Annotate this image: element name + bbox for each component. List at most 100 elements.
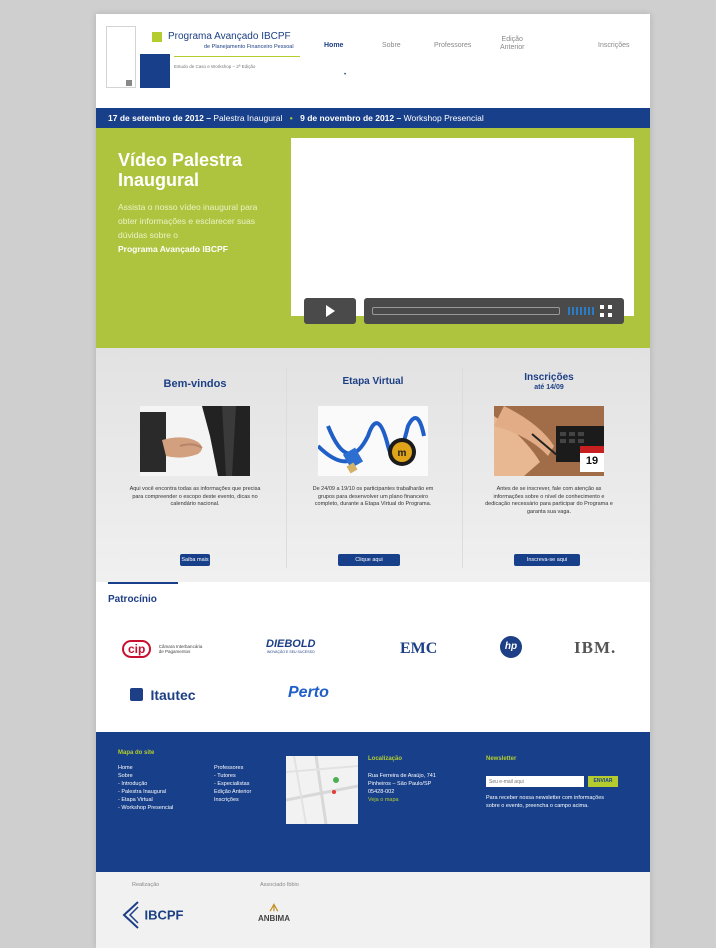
ibcpf-logo-text: IBCPF <box>144 907 184 923</box>
nav-sobre[interactable]: Sobre <box>382 42 401 50</box>
address-line: 05428-002 <box>368 789 395 795</box>
column-text: Aqui você encontra todas as informações … <box>129 486 261 507</box>
date-bar: 17 de setembro de 2012 – Palestra Inaugu… <box>96 108 650 128</box>
ibm-logo[interactable]: IBM. <box>574 638 616 658</box>
location-title: Localização <box>368 756 403 762</box>
section-tab <box>108 582 178 584</box>
clique-aqui-button[interactable]: Clique aqui <box>338 554 400 566</box>
column-etapa-virtual: Etapa Virtual m De 24/09 a 19/10 os part… <box>288 348 458 582</box>
fullscreen-icon[interactable] <box>600 305 612 317</box>
column-text: Antes de se inscrever, fale com atenção … <box>485 486 613 515</box>
map-link[interactable]: Veja o mapa <box>368 796 436 804</box>
sitemap-link[interactable]: Inscrições <box>214 796 251 804</box>
location-map[interactable] <box>285 755 359 825</box>
emc-logo[interactable]: EMC <box>400 640 437 658</box>
logo-gray-square <box>126 80 132 86</box>
calendar-icon: 19 <box>585 455 599 467</box>
column-title: Etapa Virtual <box>342 376 404 387</box>
sitemap-link[interactable]: - Palestra Inaugural <box>118 788 173 796</box>
column-subtitle: até 14/09 <box>534 384 564 391</box>
column-bem-vindos: Bem-vindos Aqui você encontra todas as i… <box>110 348 280 582</box>
nav-professores[interactable]: Professores <box>434 42 471 50</box>
anbima-logo[interactable]: ᗑ ANBIMA <box>258 904 290 924</box>
nav-home[interactable]: Home <box>324 42 343 50</box>
realizacao-label: Realização <box>132 882 160 888</box>
cip-logo[interactable]: cip Câmara Interbancária de Pagamentos <box>122 640 207 658</box>
saiba-mais-button[interactable]: Saiba mais <box>180 554 210 566</box>
hero-text: Assista o nosso vídeo inaugural para obt… <box>118 200 278 256</box>
column-text: De 24/09 a 19/10 os participantes trabal… <box>312 486 434 507</box>
column-divider <box>462 368 463 568</box>
sitemap-link[interactable]: Home <box>118 764 173 772</box>
network-cable-image: m <box>318 406 428 476</box>
address-line: Rua Ferreira de Araújo, 741 <box>368 773 436 779</box>
sponsors-section: Patrocínio cip Câmara Interbancária de P… <box>96 582 650 732</box>
event-2: Workshop Presencial <box>403 113 484 123</box>
nav-inscricoes[interactable]: Inscrições <box>598 42 630 50</box>
logo-subtitle: de Planejamento Financeiro Pessoal <box>204 44 294 50</box>
sitemap-link[interactable]: Professores <box>214 764 251 772</box>
video-control-bar <box>364 298 624 324</box>
sitemap-link[interactable]: - Especialistas <box>214 780 251 788</box>
page: Programa Avançado IBCPF de Planejamento … <box>96 14 650 948</box>
play-icon <box>326 305 335 317</box>
seek-bar[interactable] <box>372 307 560 315</box>
hero-section: Vídeo Palestra Inaugural Assista o nosso… <box>96 128 650 348</box>
logo-title[interactable]: Programa Avançado IBCPF <box>168 31 291 42</box>
date-2: 9 de novembro de 2012 – <box>300 113 402 123</box>
hp-logo[interactable]: hp <box>500 636 522 658</box>
diebold-logo-mark: DIEBOLD <box>266 638 316 650</box>
event-1: Palestra Inaugural <box>213 113 283 123</box>
calculator-image: 19 <box>494 406 604 476</box>
feature-columns: Bem-vindos Aqui você encontra todas as i… <box>96 348 650 582</box>
newsletter-title: Newsletter <box>486 756 517 762</box>
itautec-logo[interactable]: Itautec <box>130 686 196 704</box>
sitemap-link[interactable]: - Tutores <box>214 772 251 780</box>
play-button[interactable] <box>304 298 356 324</box>
footer: Mapa do site Home Sobre - Introdução - P… <box>96 732 650 872</box>
diebold-logo[interactable]: DIEBOLD INOVAÇÃO E SEU SUCESSO <box>266 638 316 654</box>
sitemap-link[interactable]: - Introdução <box>118 780 173 788</box>
location-address: Rua Ferreira de Araújo, 741 Pinheiros – … <box>368 772 436 804</box>
header: Programa Avançado IBCPF de Planejamento … <box>96 14 650 94</box>
column-title: Bem-vindos <box>163 378 227 390</box>
nav-active-indicator: • <box>344 72 347 78</box>
newsletter-submit-button[interactable]: ENVIAR <box>588 776 618 787</box>
sitemap-link[interactable]: - Etapa Virtual <box>118 796 173 804</box>
sitemap-link[interactable]: - Workshop Presencial <box>118 804 173 812</box>
itautec-icon <box>130 688 143 702</box>
perto-logo[interactable]: Perto <box>288 684 329 702</box>
inscreva-se-button[interactable]: Inscreva-se aqui <box>514 554 580 566</box>
sitemap-link[interactable]: Edição Anterior <box>214 788 251 796</box>
cip-logo-mark: cip <box>122 640 152 658</box>
logo-rule <box>174 56 300 57</box>
video-controls <box>304 296 624 324</box>
newsletter-text: Para receber nossa newsletter com inform… <box>486 795 604 809</box>
hero-description: Assista o nosso vídeo inaugural para obt… <box>118 202 258 240</box>
svg-text:m: m <box>398 448 407 459</box>
volume-icon[interactable] <box>568 307 594 315</box>
associado-label: Associado Ibbio <box>260 882 299 888</box>
nav-edicao-anterior[interactable]: Edição Anterior <box>500 36 525 52</box>
cip-logo-text: Câmara Interbancária de Pagamentos <box>158 643 203 654</box>
diebold-tagline: INOVAÇÃO E SEU SUCESSO <box>266 650 315 654</box>
logo-frame <box>106 26 136 88</box>
anbima-logo-text: ANBIMA <box>258 914 290 923</box>
logo-green-square <box>152 32 162 42</box>
column-inscricoes: Inscrições até 14/09 19 Antes de se insc… <box>464 348 634 582</box>
date-1: 17 de setembro de 2012 – <box>108 113 212 123</box>
newsletter-email-input[interactable] <box>486 776 584 787</box>
sitemap-link[interactable]: Sobre <box>118 772 173 780</box>
partners-section: Realização Associado Ibbio IBCPF ᗑ ANBIM… <box>96 872 650 948</box>
column-divider <box>286 368 287 568</box>
address-line: Pinheiros – São Paulo/SP <box>368 781 432 787</box>
video-player[interactable] <box>291 138 634 316</box>
logo-tagline: Estudo de Caso e Workshop – 2ª Edição <box>174 64 256 69</box>
hero-highlight: Programa Avançado IBCPF <box>118 244 228 254</box>
itautec-logo-text: Itautec <box>150 686 196 703</box>
date-separator: • <box>289 113 293 123</box>
sitemap-col-1: Home Sobre - Introdução - Palestra Inaug… <box>118 764 173 812</box>
column-title: Inscrições <box>524 372 574 383</box>
sitemap-title: Mapa do site <box>118 750 155 756</box>
ibcpf-logo[interactable]: IBCPF <box>122 900 183 930</box>
